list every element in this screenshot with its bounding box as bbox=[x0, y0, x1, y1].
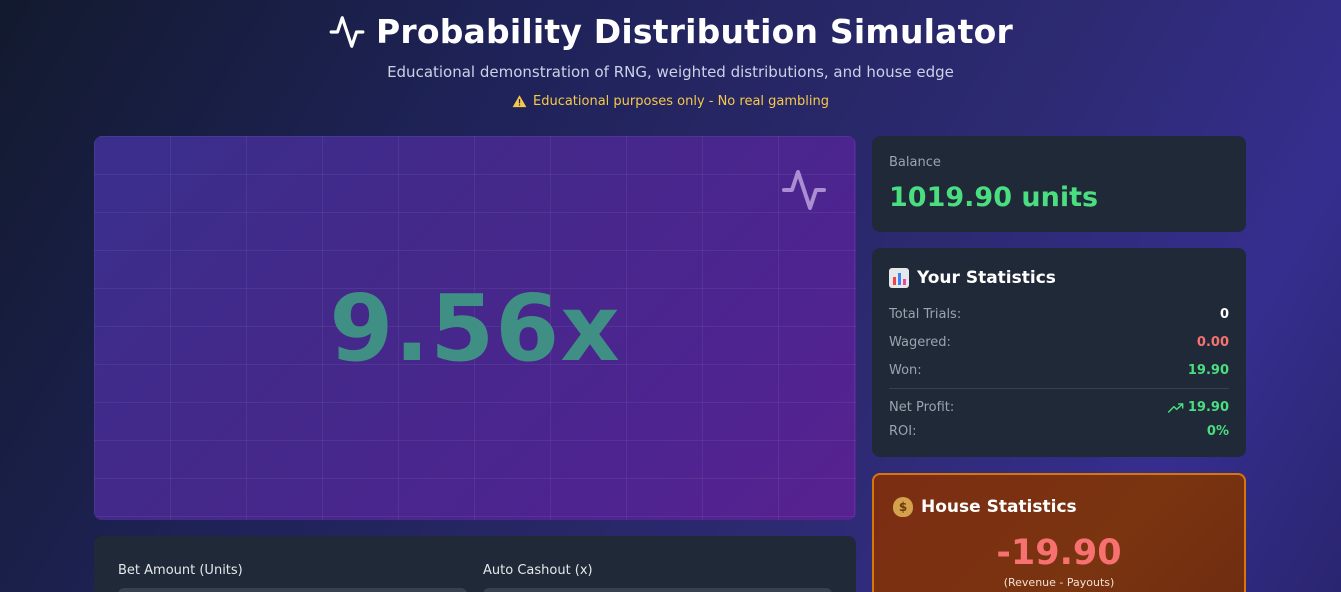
stat-label: Won: bbox=[889, 363, 922, 378]
multiplier-display: 9.56x bbox=[94, 136, 856, 520]
bet-amount-input[interactable] bbox=[118, 588, 467, 592]
your-statistics-heading: Your Statistics bbox=[889, 268, 1056, 288]
house-statistics-title: House Statistics bbox=[921, 497, 1077, 517]
stat-row-roi: ROI: 0% bbox=[889, 424, 1229, 439]
balance-card: Balance 1019.90 units bbox=[872, 136, 1246, 232]
stats-divider bbox=[889, 388, 1229, 389]
stat-value: 19.90 bbox=[1187, 363, 1229, 378]
bet-amount-label: Bet Amount (Units) bbox=[118, 563, 243, 578]
stat-label: Net Profit: bbox=[889, 400, 955, 415]
stat-label: ROI: bbox=[889, 424, 917, 439]
multiplier-value: 9.56x bbox=[329, 274, 621, 382]
house-value-note: (Revenue - Payouts) bbox=[1003, 576, 1115, 589]
warning-icon bbox=[512, 95, 527, 108]
your-statistics-card: Your Statistics Total Trials: 0 Wagered:… bbox=[872, 248, 1246, 457]
balance-value: 1019.90 units bbox=[889, 182, 1099, 213]
house-net-value: -19.90 bbox=[996, 533, 1122, 573]
bet-controls-panel: Bet Amount (Units) Auto Cashout (x) bbox=[94, 536, 856, 592]
stat-value: 0% bbox=[1206, 424, 1229, 439]
your-statistics-title: Your Statistics bbox=[917, 268, 1056, 288]
activity-icon bbox=[782, 170, 826, 210]
net-profit-value: 19.90 bbox=[1167, 400, 1229, 415]
money-bag-icon: $ bbox=[893, 497, 913, 517]
stat-value: 0 bbox=[1219, 307, 1229, 322]
stat-row-wagered: Wagered: 0.00 bbox=[889, 335, 1229, 350]
house-statistics-heading: $ House Statistics bbox=[893, 497, 1077, 517]
stat-row-won: Won: 19.90 bbox=[889, 363, 1229, 378]
stat-row-net-profit: Net Profit: 19.90 bbox=[889, 400, 1229, 415]
auto-cashout-label: Auto Cashout (x) bbox=[483, 563, 593, 578]
stat-row-total-trials: Total Trials: 0 bbox=[889, 307, 1229, 322]
disclaimer-text: Educational purposes only - No real gamb… bbox=[532, 94, 830, 109]
bar-chart-icon bbox=[889, 268, 909, 288]
auto-cashout-input[interactable] bbox=[483, 588, 832, 592]
house-statistics-card: $ House Statistics -19.90 (Revenue - Pay… bbox=[872, 473, 1246, 592]
game-display: 9.56x bbox=[94, 136, 856, 520]
balance-label: Balance bbox=[889, 155, 941, 170]
activity-icon bbox=[329, 15, 365, 48]
page-title: Probability Distribution Simulator bbox=[376, 12, 1013, 51]
page-subtitle: Educational demonstration of RNG, weight… bbox=[387, 63, 954, 81]
stat-value: 0.00 bbox=[1196, 335, 1229, 350]
stat-label: Total Trials: bbox=[889, 307, 962, 322]
title-row: Probability Distribution Simulator bbox=[0, 12, 1341, 51]
stat-label: Wagered: bbox=[889, 335, 951, 350]
stat-value: 19.90 bbox=[1187, 400, 1229, 415]
trending-up-icon bbox=[1167, 402, 1184, 413]
disclaimer-banner: Educational purposes only - No real gamb… bbox=[0, 94, 1341, 109]
